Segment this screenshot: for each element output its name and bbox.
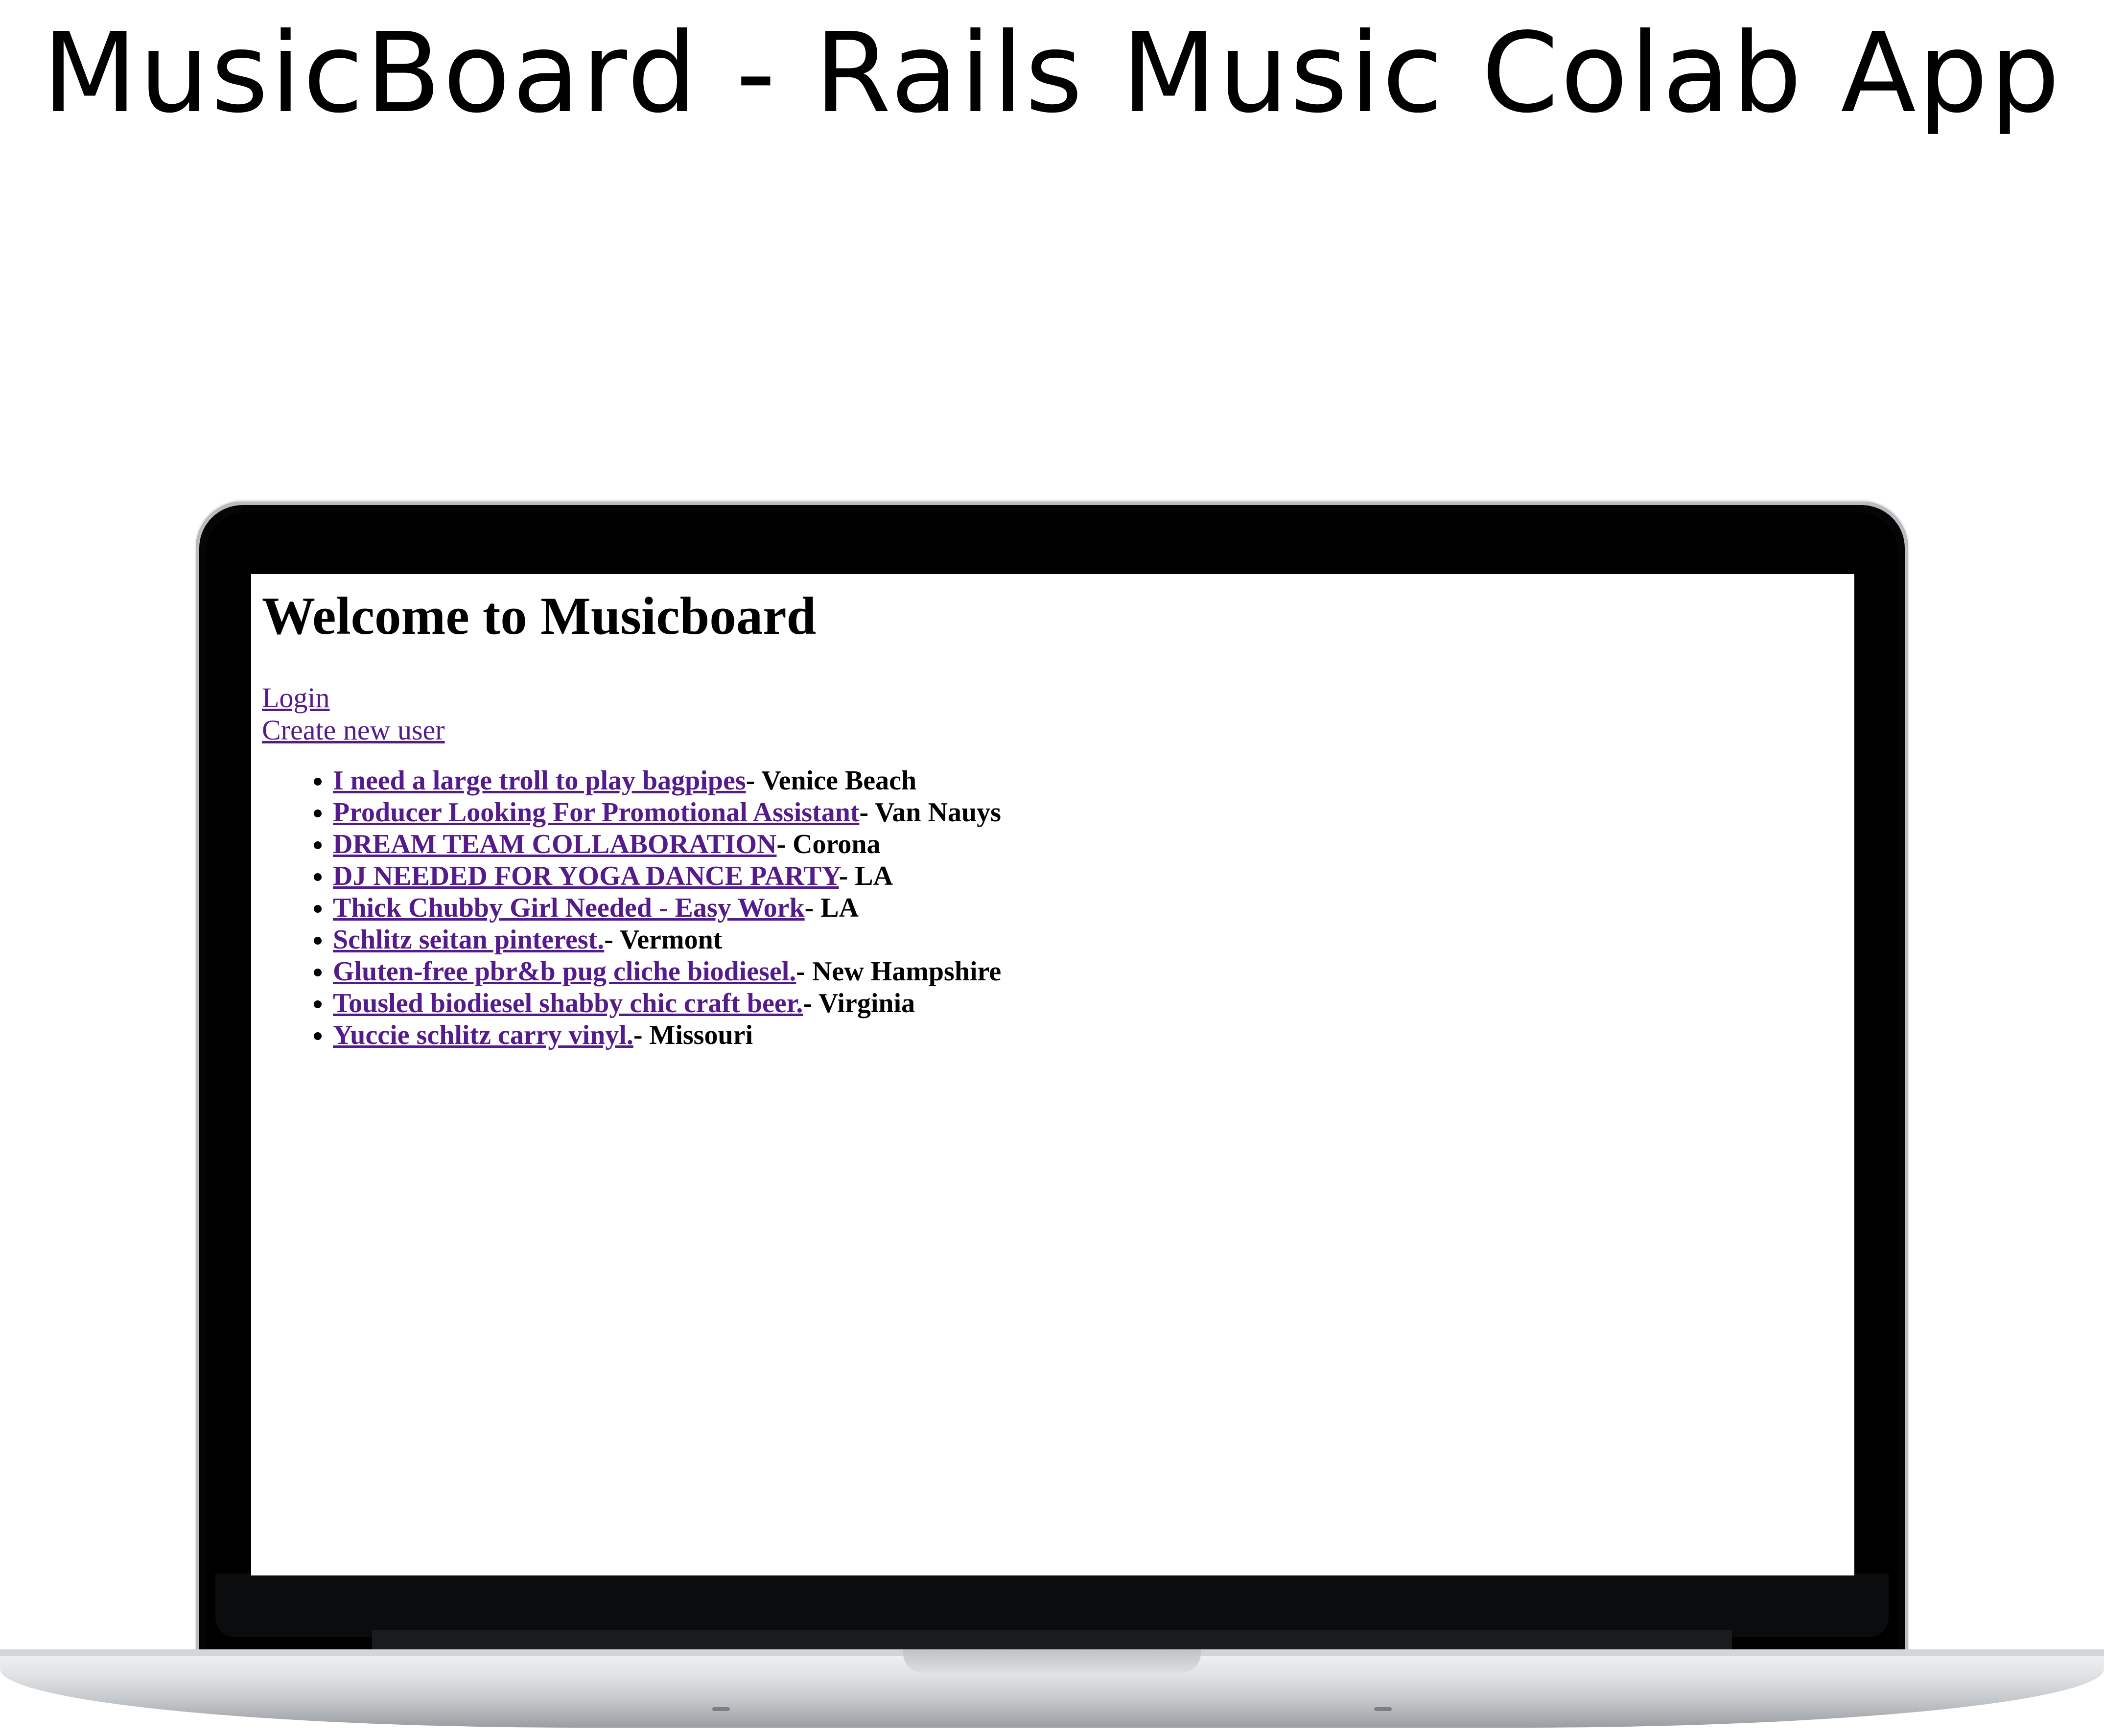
posting-link[interactable]: Tousled biodiesel shabby chic craft beer… xyxy=(333,988,803,1018)
posting-link[interactable]: Yuccie schlitz carry vinyl. xyxy=(333,1020,633,1050)
postings-list: I need a large troll to play bagpipes- V… xyxy=(262,765,1844,1051)
posting-location: - Vermont xyxy=(604,925,723,955)
laptop-screen: Welcome to Musicboard Login Create new u… xyxy=(251,574,1854,1575)
posting-location: - LA xyxy=(839,861,893,891)
posting-item: DREAM TEAM COLLABORATION- Corona xyxy=(333,829,1844,860)
posting-link[interactable]: Schlitz seitan pinterest. xyxy=(333,925,604,955)
posting-item: Schlitz seitan pinterest.- Vermont xyxy=(333,924,1844,956)
posting-location: - Missouri xyxy=(633,1020,753,1050)
laptop-bezel-chin xyxy=(215,1574,1889,1637)
posting-location: - Corona xyxy=(776,829,881,859)
auth-links: Login Create new user xyxy=(262,682,1844,746)
posting-link[interactable]: I need a large troll to play bagpipes xyxy=(333,765,746,796)
laptop-foot xyxy=(712,1707,730,1711)
posting-item: Gluten-free pbr&b pug cliche biodiesel.-… xyxy=(333,956,1844,988)
posting-link[interactable]: Producer Looking For Promotional Assista… xyxy=(333,797,859,828)
posting-item: I need a large troll to play bagpipes- V… xyxy=(333,765,1844,797)
web-page: Welcome to Musicboard Login Create new u… xyxy=(251,574,1854,1062)
posting-location: - LA xyxy=(804,893,859,923)
login-link[interactable]: Login xyxy=(262,682,330,714)
posting-link[interactable]: Thick Chubby Girl Needed - Easy Work xyxy=(333,893,805,923)
posting-location: - New Hampshire xyxy=(796,956,1002,987)
posting-location: - Venice Beach xyxy=(746,765,917,796)
posting-location: - Van Nauys xyxy=(859,797,1001,828)
posting-link[interactable]: Gluten-free pbr&b pug cliche biodiesel. xyxy=(333,956,796,987)
posting-location: - Virginia xyxy=(803,988,915,1018)
create-user-link[interactable]: Create new user xyxy=(262,714,445,746)
posting-item: DJ NEEDED FOR YOGA DANCE PARTY- LA xyxy=(333,860,1844,892)
welcome-heading: Welcome to Musicboard xyxy=(262,586,817,646)
posting-link[interactable]: DREAM TEAM COLLABORATION xyxy=(333,829,776,859)
posting-item: Tousled biodiesel shabby chic craft beer… xyxy=(333,988,1844,1019)
posting-link[interactable]: DJ NEEDED FOR YOGA DANCE PARTY xyxy=(333,861,839,891)
page-title: MusicBoard - Rails Music Colab App xyxy=(42,9,2062,138)
laptop-opening-notch xyxy=(903,1649,1201,1673)
posting-item: Yuccie schlitz carry vinyl.- Missouri xyxy=(333,1019,1844,1051)
posting-item: Thick Chubby Girl Needed - Easy Work- LA xyxy=(333,892,1844,924)
laptop-foot xyxy=(1374,1707,1392,1711)
posting-item: Producer Looking For Promotional Assista… xyxy=(333,797,1844,829)
